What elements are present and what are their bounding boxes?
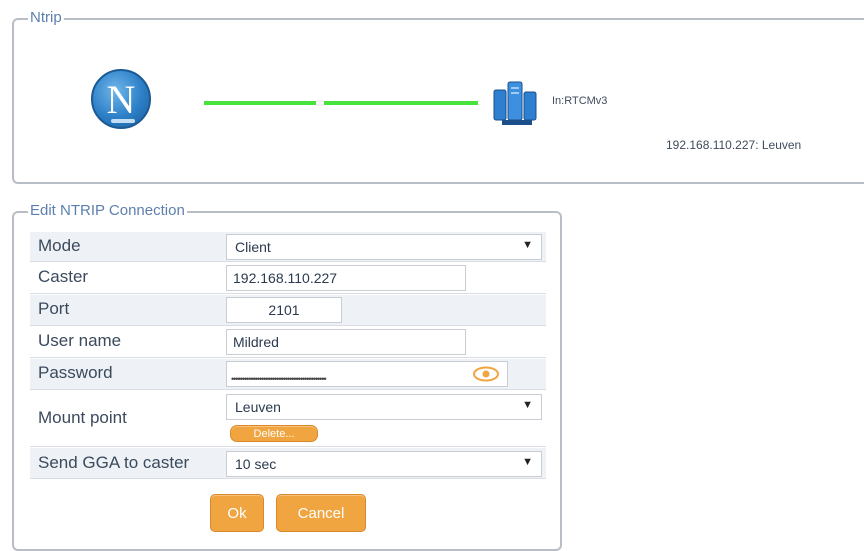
edit-ntrip-legend: Edit NTRIP Connection (28, 202, 187, 219)
mount-point-value: Leuven (235, 399, 281, 415)
ok-button[interactable]: Ok (210, 494, 264, 532)
password-label: Password (38, 363, 113, 382)
ntrip-legend: Ntrip (28, 9, 64, 26)
password-mask: ••••••••••••••••••••••••••••••••••••••••… (231, 374, 327, 384)
cancel-button[interactable]: Cancel (276, 494, 366, 532)
chevron-down-icon: ▼ (522, 399, 533, 411)
eye-icon[interactable] (472, 366, 500, 382)
port-label: Port (38, 299, 70, 318)
caster-label: Caster (38, 267, 89, 286)
send-gga-select[interactable]: 10 sec ▼ (226, 451, 542, 477)
send-gga-label: Send GGA to caster (38, 453, 190, 472)
connection-line-left (204, 101, 316, 105)
mount-point-select[interactable]: Leuven ▼ (226, 394, 542, 420)
caster-info: 192.168.110.227: Leuven (666, 138, 802, 152)
chevron-down-icon: ▼ (522, 239, 533, 251)
delete-mount-point-button[interactable]: Delete... (230, 425, 318, 442)
ntrip-logo-letter: N (106, 77, 136, 122)
mode-label: Mode (38, 236, 81, 255)
username-input[interactable]: Mildred (226, 329, 466, 355)
server-icon (493, 81, 537, 125)
username-label: User name (38, 331, 122, 350)
mode-value: Client (235, 239, 271, 255)
ntrip-logo-icon: N (91, 69, 151, 129)
mount-point-label: Mount point (38, 408, 127, 427)
mode-select[interactable]: Client ▼ (226, 234, 542, 260)
chevron-down-icon: ▼ (522, 456, 533, 468)
connection-line-right (324, 101, 478, 105)
port-input[interactable]: 2101 (226, 297, 342, 323)
caster-input[interactable]: 192.168.110.227 (226, 265, 466, 291)
send-gga-value: 10 sec (235, 456, 277, 472)
server-input-label: In:RTCMv3 (552, 95, 608, 107)
